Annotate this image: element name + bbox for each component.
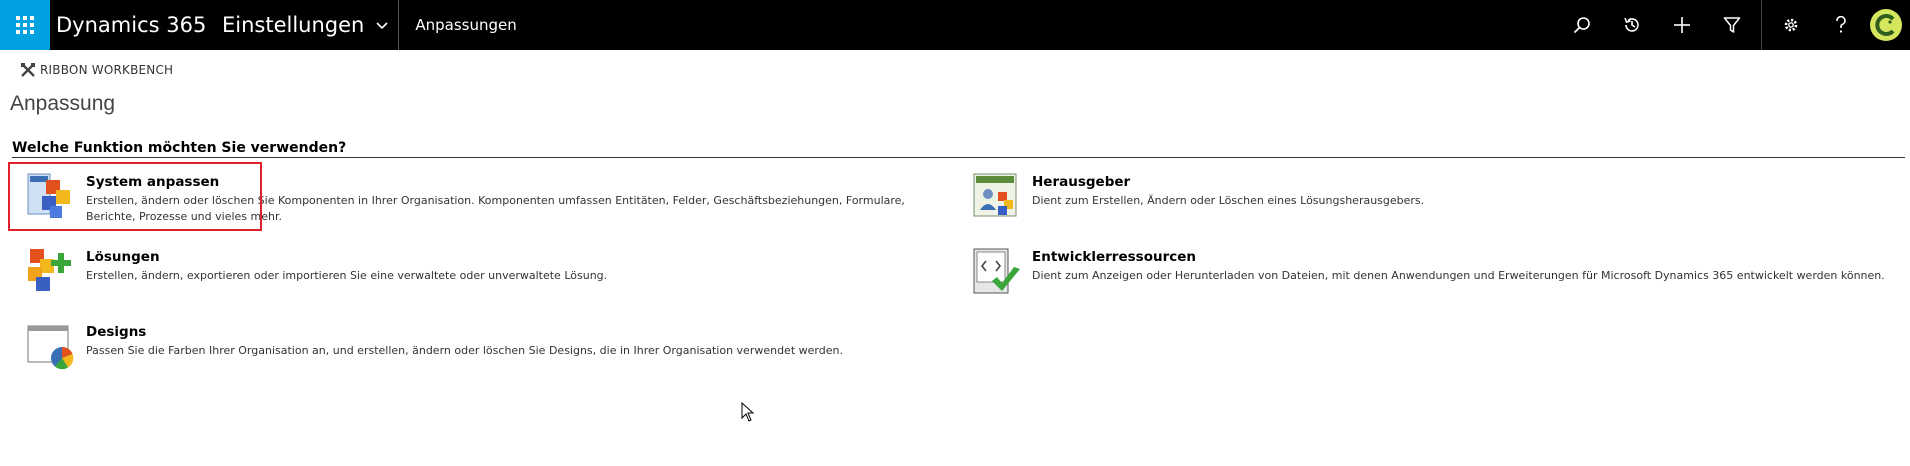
item-title[interactable]: Designs bbox=[86, 324, 843, 340]
solutions-icon bbox=[28, 249, 71, 291]
plus-icon bbox=[1674, 17, 1690, 33]
item-solutions[interactable]: Lösungen Erstellen, ändern, exportieren … bbox=[26, 247, 946, 297]
item-title[interactable]: Entwicklerressourcen bbox=[1032, 249, 1885, 265]
publisher-icon bbox=[973, 173, 1017, 217]
section-question: Welche Funktion möchten Sie verwenden? bbox=[12, 140, 1905, 158]
recent-button[interactable] bbox=[1607, 0, 1657, 50]
app-launcher-button[interactable] bbox=[0, 0, 50, 50]
create-button[interactable] bbox=[1657, 0, 1707, 50]
ribbon-workbench-button[interactable]: RIBBON WORKBENCH bbox=[20, 60, 173, 80]
history-icon bbox=[1624, 17, 1639, 32]
item-title[interactable]: Lösungen bbox=[86, 249, 607, 265]
search-button[interactable] bbox=[1557, 0, 1607, 50]
gear-icon bbox=[1784, 18, 1798, 32]
filter-icon bbox=[1723, 17, 1741, 33]
item-developer-resources[interactable]: Entwicklerressourcen Dient zum Anzeigen … bbox=[972, 247, 1892, 297]
advanced-find-button[interactable] bbox=[1707, 0, 1757, 50]
area-label: Einstellungen bbox=[222, 13, 365, 37]
item-title[interactable]: Herausgeber bbox=[1032, 174, 1424, 190]
mouse-cursor-icon bbox=[741, 402, 755, 422]
settings-button[interactable] bbox=[1766, 0, 1816, 50]
selection-highlight-box bbox=[8, 162, 262, 231]
waffle-icon bbox=[16, 16, 34, 34]
item-description: Dient zum Erstellen, Ändern oder Löschen… bbox=[1032, 194, 1425, 207]
item-themes[interactable]: Designs Passen Sie die Farben Ihrer Orga… bbox=[26, 322, 946, 372]
user-avatar[interactable] bbox=[1870, 9, 1902, 41]
item-publisher[interactable]: Herausgeber Dient zum Erstellen, Ändern … bbox=[972, 172, 1892, 222]
nav-divider bbox=[1761, 0, 1762, 50]
breadcrumb[interactable]: Anpassungen bbox=[415, 16, 516, 34]
item-description: Passen Sie die Farben Ihrer Organisation… bbox=[86, 344, 843, 357]
search-icon bbox=[1573, 17, 1590, 34]
avatar-logo-icon bbox=[1875, 14, 1895, 36]
item-description: Erstellen, ändern, exportieren oder impo… bbox=[86, 269, 608, 282]
themes-icon bbox=[27, 325, 74, 370]
item-description: Dient zum Anzeigen oder Herunterladen vo… bbox=[1032, 269, 1885, 282]
area-selector[interactable]: Einstellungen bbox=[222, 0, 400, 50]
page-title: Anpassung bbox=[10, 92, 116, 115]
ribbon-workbench-label: RIBBON WORKBENCH bbox=[40, 63, 174, 77]
brand-title[interactable]: Dynamics 365 bbox=[56, 13, 222, 37]
tools-icon bbox=[21, 63, 35, 77]
help-icon bbox=[1836, 16, 1846, 33]
developer-resources-icon bbox=[973, 248, 1020, 294]
chevron-down-icon bbox=[376, 22, 388, 30]
top-navigation-bar: Dynamics 365 Einstellungen Anpassungen bbox=[0, 0, 1910, 50]
help-button[interactable] bbox=[1816, 0, 1866, 50]
